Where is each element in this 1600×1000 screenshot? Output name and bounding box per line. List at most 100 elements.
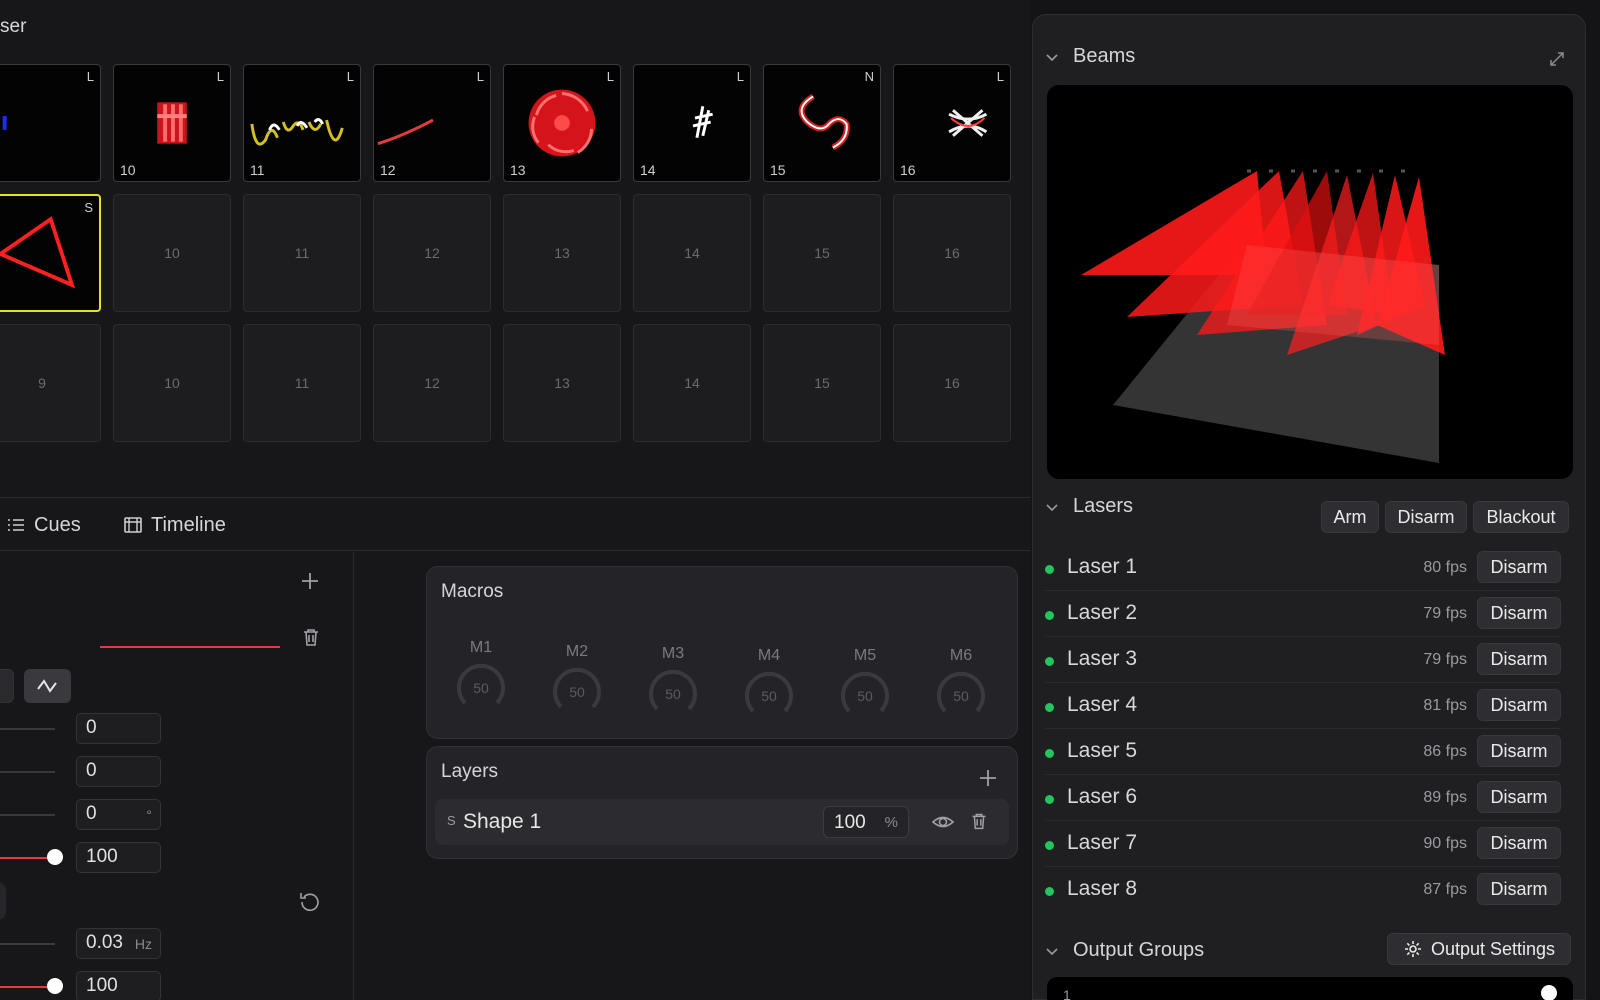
macro-knob-m2[interactable]: M2 50 xyxy=(547,643,607,717)
beams-header[interactable]: Beams xyxy=(1045,45,1135,68)
tab-cues[interactable]: Cues xyxy=(6,510,81,540)
value-field[interactable]: 0.03 Hz xyxy=(76,928,161,959)
clip-thumb-10[interactable]: L 10 xyxy=(113,64,231,182)
macro-knob-m3[interactable]: M3 50 xyxy=(643,645,703,719)
output-group-preview[interactable]: 1 xyxy=(1047,977,1573,1000)
tab-timeline[interactable]: Timeline xyxy=(123,510,226,540)
disarm-all-button[interactable]: Disarm xyxy=(1385,501,1467,533)
clip-thumb-16[interactable]: L 16 xyxy=(893,64,1011,182)
waveform-option[interactable] xyxy=(0,669,14,703)
clip-slot[interactable]: 12 xyxy=(373,194,491,312)
slider-track[interactable] xyxy=(0,943,55,945)
clip-slot[interactable]: 11 xyxy=(243,324,361,442)
slider-track[interactable] xyxy=(0,771,55,773)
clip-slot[interactable]: 15 xyxy=(763,194,881,312)
clip-thumb-15[interactable]: N 15 xyxy=(763,64,881,182)
clip-selected-triangle[interactable]: S xyxy=(0,194,101,312)
clip-type-tag: L xyxy=(86,69,94,84)
clip-slot[interactable]: 14 xyxy=(633,194,751,312)
laser-disarm-button[interactable]: Disarm xyxy=(1477,643,1561,675)
clip-slot[interactable]: 13 xyxy=(503,194,621,312)
output-groups-header[interactable]: Output Groups xyxy=(1045,939,1204,962)
macro-knob-m6[interactable]: M6 50 xyxy=(931,647,991,721)
laser-row-5[interactable]: Laser 5 86 fps Disarm xyxy=(1045,729,1561,775)
slider-track[interactable] xyxy=(0,728,55,730)
trash-icon[interactable] xyxy=(298,624,324,650)
laser-disarm-button[interactable]: Disarm xyxy=(1477,551,1561,583)
collapsed-control[interactable] xyxy=(0,882,6,920)
clip-thumb-14[interactable]: L 14 xyxy=(633,64,751,182)
laser-row-4[interactable]: Laser 4 81 fps Disarm xyxy=(1045,683,1561,729)
slider-handle[interactable] xyxy=(47,978,63,994)
blackout-button[interactable]: Blackout xyxy=(1473,501,1569,533)
clip-thumb-13[interactable]: L 13 xyxy=(503,64,621,182)
macro-value: 50 xyxy=(473,680,489,696)
laser-name: Laser 4 xyxy=(1067,693,1138,716)
macro-knob-m1[interactable]: M1 50 xyxy=(451,639,511,713)
lasers-header[interactable]: Lasers xyxy=(1045,495,1133,518)
laser-row-6[interactable]: Laser 6 89 fps Disarm xyxy=(1045,775,1561,821)
value-field[interactable]: 0 xyxy=(76,756,161,787)
macro-label: M4 xyxy=(757,647,781,664)
laser-disarm-button[interactable]: Disarm xyxy=(1477,827,1561,859)
slot-number: 15 xyxy=(814,375,830,391)
slot-number: 14 xyxy=(684,245,700,261)
clip-slot[interactable]: 13 xyxy=(503,324,621,442)
add-icon[interactable] xyxy=(297,568,323,594)
value-field[interactable]: 0 xyxy=(76,713,161,744)
macro-knob-m4[interactable]: M4 50 xyxy=(739,647,799,721)
clip-slot[interactable]: 10 xyxy=(113,324,231,442)
layer-row[interactable]: S Shape 1 100 % xyxy=(435,799,1009,845)
laser-disarm-button[interactable]: Disarm xyxy=(1477,689,1561,721)
eye-icon[interactable] xyxy=(931,811,955,833)
output-settings-button[interactable]: Output Settings xyxy=(1387,933,1571,965)
laser-name: Laser 5 xyxy=(1067,739,1138,762)
trash-icon[interactable] xyxy=(967,809,991,833)
status-dot xyxy=(1045,657,1054,666)
status-dot xyxy=(1045,841,1054,850)
laser-row-1[interactable]: Laser 1 80 fps Disarm xyxy=(1045,545,1561,591)
status-dot xyxy=(1045,887,1054,896)
laser-disarm-button[interactable]: Disarm xyxy=(1477,735,1561,767)
clip-thumb-11[interactable]: L 11 xyxy=(243,64,361,182)
laser-row-8[interactable]: Laser 8 87 fps Disarm xyxy=(1045,867,1561,913)
laser-disarm-button[interactable]: Disarm xyxy=(1477,781,1561,813)
clip-slot[interactable]: 10 xyxy=(113,194,231,312)
arm-all-button[interactable]: Arm xyxy=(1321,501,1379,533)
laser-row-3[interactable]: Laser 3 79 fps Disarm xyxy=(1045,637,1561,683)
clip-slot[interactable]: 12 xyxy=(373,324,491,442)
value-field[interactable]: 100 xyxy=(76,971,161,1000)
macro-label: M2 xyxy=(565,643,589,660)
layer-opacity-field[interactable]: 100 % xyxy=(823,806,909,838)
add-layer-icon[interactable] xyxy=(975,765,1001,791)
macro-label: M6 xyxy=(949,647,973,664)
clip-thumb-12[interactable]: L 12 xyxy=(373,64,491,182)
expand-icon[interactable] xyxy=(1547,49,1567,69)
shape-editor: 0 0 0 ° 100 0.03 Hz 100 xyxy=(0,552,354,1000)
clip-type-tag: N xyxy=(864,69,874,84)
waveform-option-selected[interactable] xyxy=(24,669,71,703)
laser-row-2[interactable]: Laser 2 79 fps Disarm xyxy=(1045,591,1561,637)
laser-fps: 81 fps xyxy=(1423,697,1467,714)
clip-thumb-1[interactable]: L xyxy=(0,64,101,182)
output-group-handle[interactable] xyxy=(1541,985,1557,1000)
clip-slot[interactable]: 11 xyxy=(243,194,361,312)
clip-slot[interactable]: 16 xyxy=(893,194,1011,312)
beams-3d-preview[interactable] xyxy=(1047,85,1573,479)
reset-icon[interactable] xyxy=(297,888,323,914)
laser-disarm-button[interactable]: Disarm xyxy=(1477,597,1561,629)
slider-track[interactable] xyxy=(0,814,55,816)
clip-slot[interactable]: 9 xyxy=(0,324,101,442)
slider-handle[interactable] xyxy=(47,849,63,865)
value-field[interactable]: 0 ° xyxy=(76,799,161,830)
clip-slot[interactable]: 16 xyxy=(893,324,1011,442)
laser-row-7[interactable]: Laser 7 90 fps Disarm xyxy=(1045,821,1561,867)
clip-slot[interactable]: 15 xyxy=(763,324,881,442)
macro-knob-m5[interactable]: M5 50 xyxy=(835,647,895,721)
status-dot xyxy=(1045,749,1054,758)
value-field[interactable]: 100 xyxy=(76,842,161,873)
chevron-down-icon xyxy=(1046,947,1058,955)
clip-slot[interactable]: 14 xyxy=(633,324,751,442)
laser-disarm-button[interactable]: Disarm xyxy=(1477,873,1561,905)
slot-number: 15 xyxy=(814,245,830,261)
